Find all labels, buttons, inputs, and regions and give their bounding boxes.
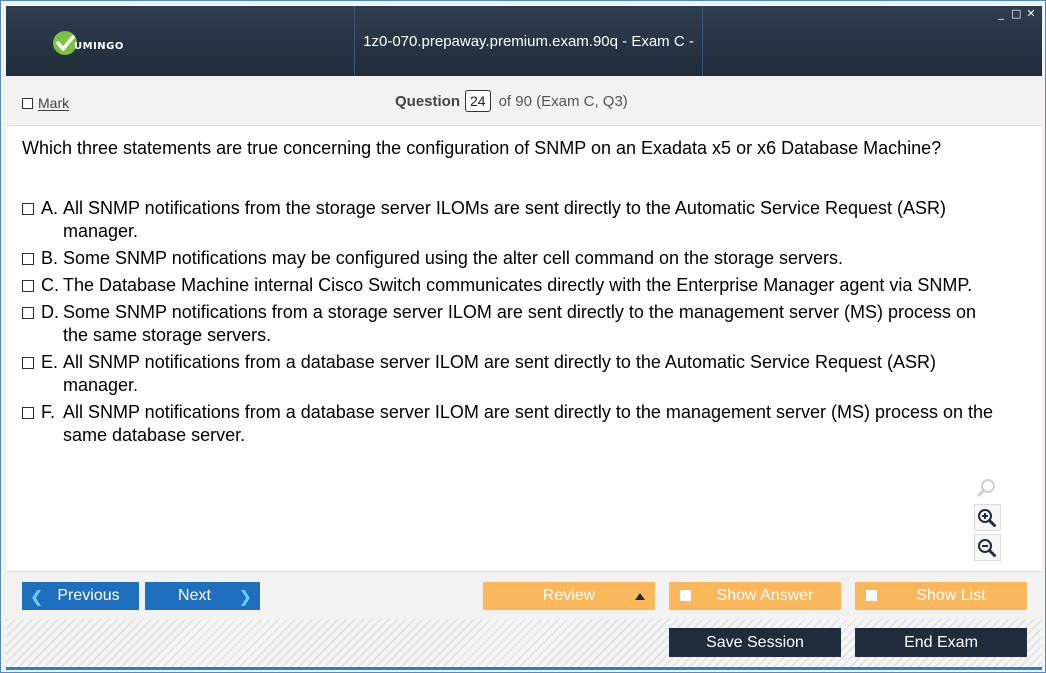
option-f[interactable]: F. All SNMP notifications from a databas…: [22, 401, 1022, 447]
vumingo-logo: UMINGO: [52, 29, 124, 57]
option-letter: E.: [41, 352, 59, 372]
minimize-icon[interactable]: _: [996, 8, 1006, 20]
option-checkbox[interactable]: [22, 203, 34, 215]
option-text: Some SNMP notifications from a storage s…: [63, 302, 977, 345]
mark-label[interactable]: Mark: [38, 95, 69, 111]
option-letter: C.: [41, 275, 59, 295]
option-letter: B.: [41, 248, 59, 268]
review-button[interactable]: Review: [483, 582, 655, 610]
chevron-left-icon: ❮: [30, 586, 44, 606]
zoom-in-button[interactable]: [973, 504, 1001, 531]
close-icon[interactable]: ✕: [1026, 8, 1036, 20]
window-controls: _ □ ✕: [996, 8, 1036, 20]
question-label: Question: [395, 92, 461, 110]
zoom-tools: [973, 474, 1001, 561]
next-label: Next: [178, 587, 211, 604]
question-counter: Question 24 of 90 (Exam C, Q3): [395, 90, 628, 112]
bottom-border: [6, 667, 1042, 670]
title-bar: UMINGO 1z0-070.prepaway.premium.exam.90q…: [6, 6, 1042, 122]
show-list-label: Show List: [916, 587, 986, 604]
maximize-icon[interactable]: □: [1011, 8, 1021, 20]
option-text: All SNMP notifications from the storage …: [63, 198, 947, 241]
question-number-input[interactable]: 24: [465, 90, 491, 112]
zoom-out-icon: [978, 538, 996, 557]
window-title: 1z0-070.prepaway.premium.exam.90q - Exam…: [363, 33, 694, 122]
question-text: Which three statements are true concerni…: [22, 138, 942, 158]
logo-text: UMINGO: [74, 40, 124, 52]
show-answer-label: Show Answer: [716, 587, 814, 604]
option-checkbox[interactable]: [22, 307, 34, 319]
mark-checkbox-box[interactable]: [22, 97, 33, 109]
zoom-out-button[interactable]: [973, 534, 1001, 561]
option-text: All SNMP notifications from a database s…: [63, 352, 937, 395]
option-checkbox[interactable]: [22, 407, 34, 419]
option-a[interactable]: A. All SNMP notifications from the stora…: [22, 197, 1022, 243]
show-list-button[interactable]: Show List: [855, 582, 1027, 610]
question-total: of 90 (Exam C, Q3): [498, 92, 628, 110]
caret-up-icon: [635, 593, 645, 600]
option-checkbox[interactable]: [22, 253, 34, 265]
end-exam-button[interactable]: End Exam: [855, 628, 1027, 657]
option-checkbox[interactable]: [22, 280, 34, 292]
option-e[interactable]: E. All SNMP notifications from a databas…: [22, 351, 1022, 397]
option-checkbox[interactable]: [22, 357, 34, 369]
option-text: All SNMP notifications from a database s…: [63, 402, 994, 445]
zoom-in-icon: [978, 508, 996, 527]
show-answer-button[interactable]: Show Answer: [669, 582, 841, 610]
answer-options: A. All SNMP notifications from the stora…: [22, 197, 1022, 451]
title-divider: [702, 6, 703, 76]
app-window: UMINGO 1z0-070.prepaway.premium.exam.90q…: [0, 0, 1046, 673]
next-button[interactable]: Next ❯: [145, 582, 260, 610]
show-list-checkbox[interactable]: [866, 590, 877, 601]
magnifier-icon: [977, 478, 995, 496]
navigation-bar: ❮ Previous Next ❯ Review Show Answer Sho…: [6, 571, 1042, 619]
show-answer-checkbox[interactable]: [680, 590, 691, 601]
mark-checkbox[interactable]: Mark: [22, 95, 69, 111]
option-letter: A.: [41, 198, 59, 218]
option-b[interactable]: B. Some SNMP notifications may be config…: [22, 247, 1022, 270]
review-label: Review: [542, 587, 596, 604]
zoom-reset-button[interactable]: [974, 474, 1001, 501]
footer-bar: Save Session End Exam: [6, 619, 1042, 667]
save-session-button[interactable]: Save Session: [669, 628, 841, 657]
chevron-right-icon: ❯: [238, 586, 252, 606]
previous-button[interactable]: ❮ Previous: [22, 582, 139, 610]
option-d[interactable]: D. Some SNMP notifications from a storag…: [22, 301, 1022, 347]
option-letter: D.: [41, 302, 59, 322]
option-text: Some SNMP notifications may be configure…: [63, 248, 844, 268]
question-panel: Which three statements are true concerni…: [6, 126, 1042, 571]
option-c[interactable]: C. The Database Machine internal Cisco S…: [22, 274, 1022, 297]
option-text: The Database Machine internal Cisco Swit…: [63, 275, 973, 295]
previous-label: Previous: [57, 587, 120, 604]
question-header: Mark Question 24 of 90 (Exam C, Q3): [6, 76, 1042, 126]
option-letter: F.: [41, 402, 56, 422]
